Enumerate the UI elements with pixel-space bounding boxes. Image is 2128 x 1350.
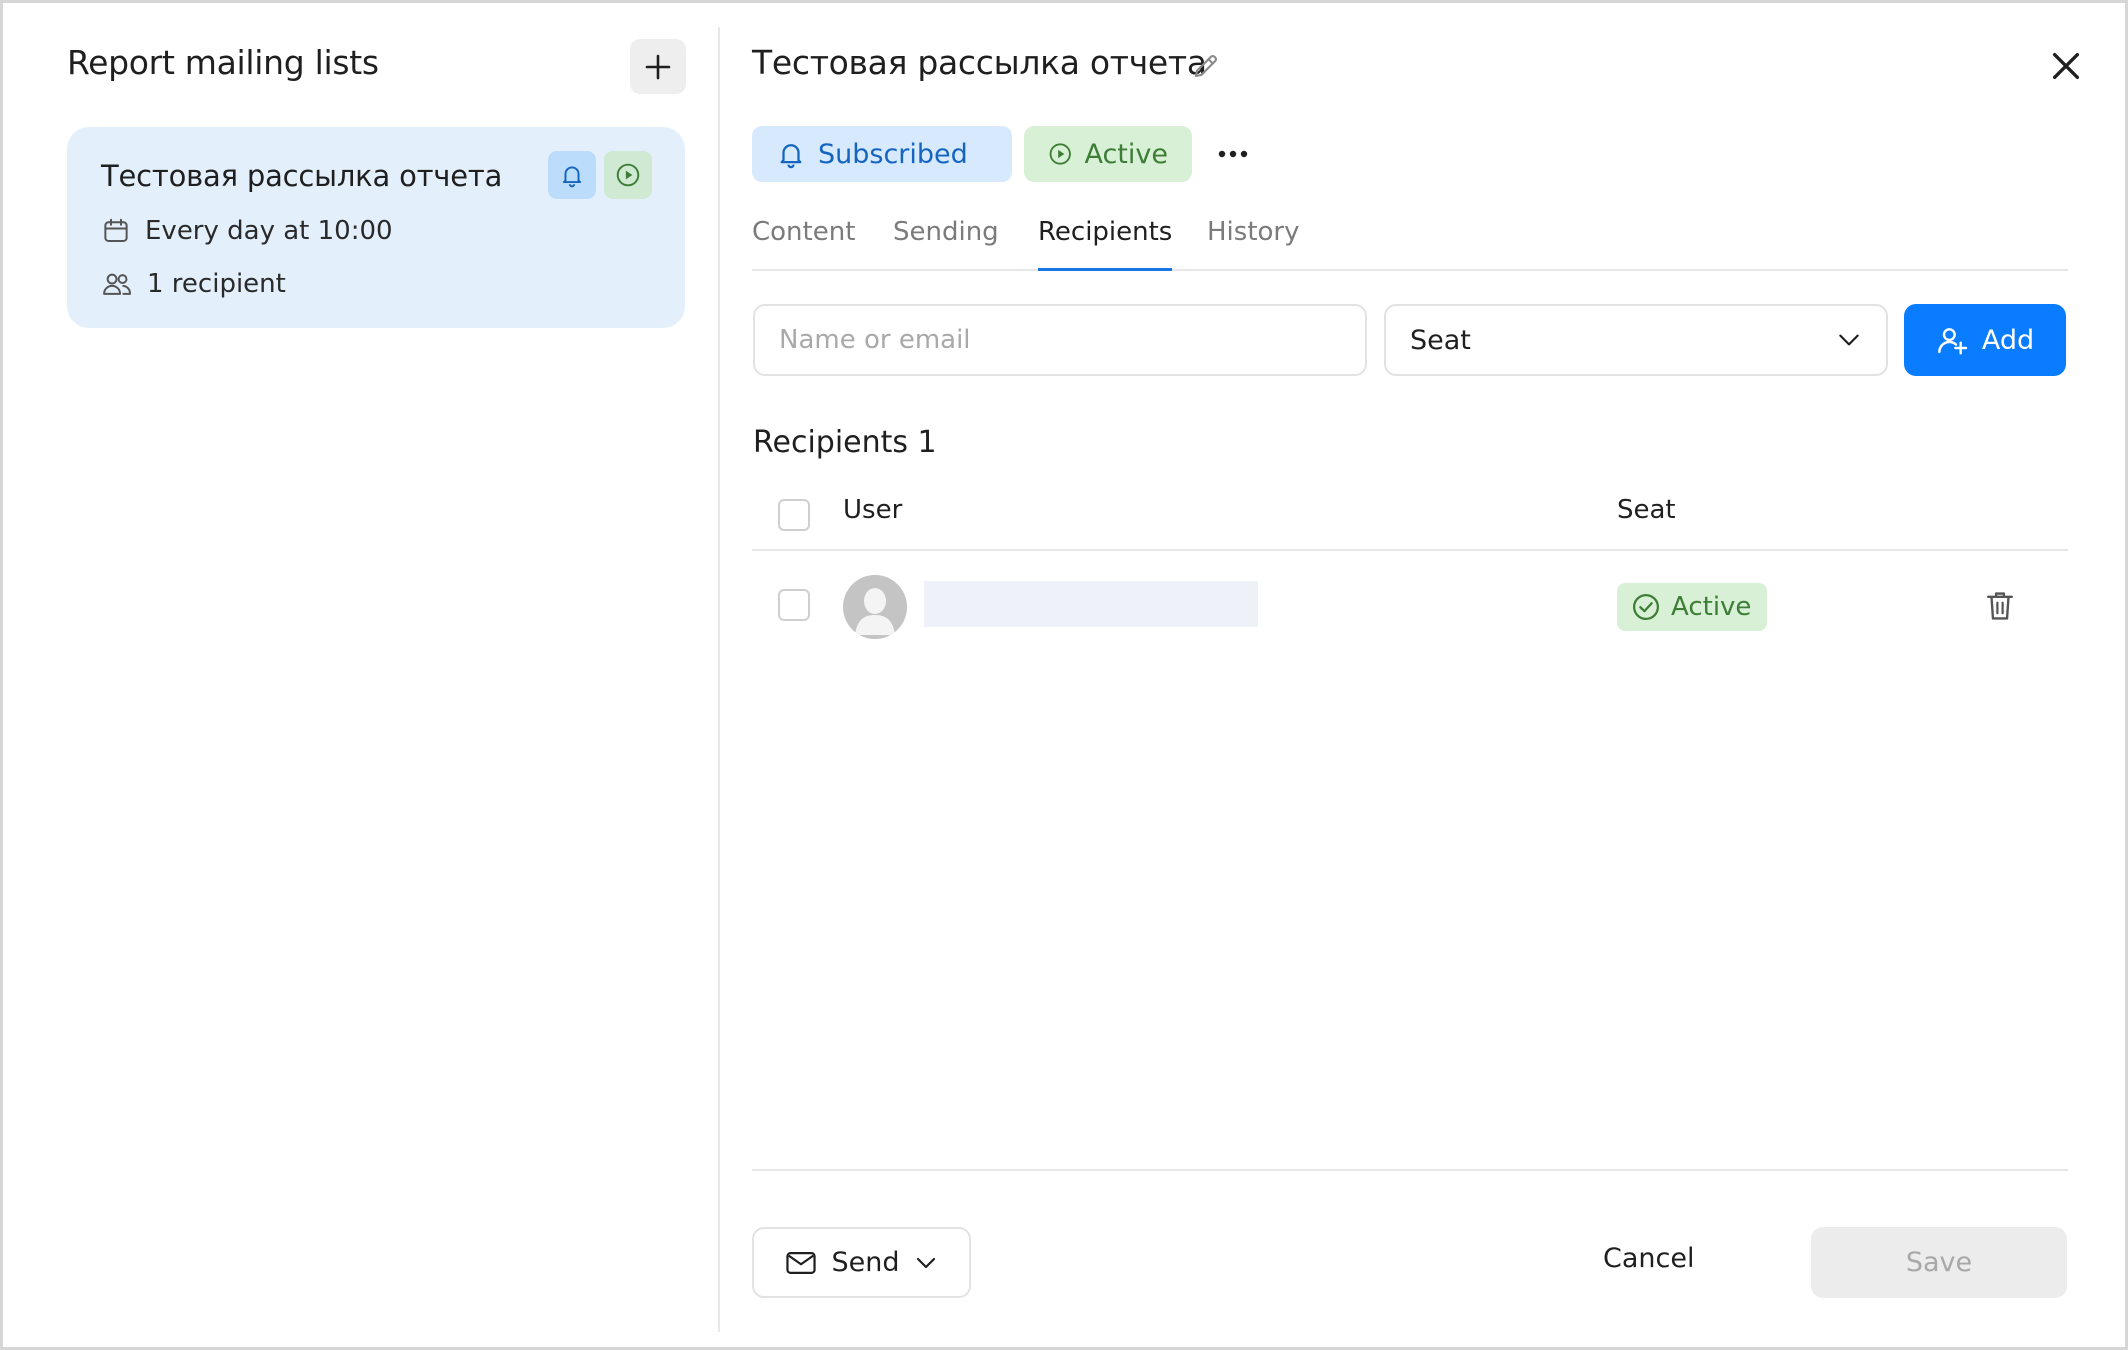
avatar (843, 575, 907, 639)
play-circle-icon (616, 163, 640, 187)
recipients-count-text: 1 recipient (147, 269, 286, 299)
save-button[interactable]: Save (1811, 1227, 2067, 1298)
active-badge (604, 151, 652, 199)
schedule-text: Every day at 10:00 (145, 216, 393, 246)
column-header-user: User (843, 495, 903, 525)
mailing-list-card-title: Тестовая рассылка отчета (101, 159, 503, 193)
left-panel-title: Report mailing lists (67, 43, 379, 82)
calendar-icon (104, 218, 128, 242)
panel-divider (718, 27, 720, 1332)
active-label: Active (1084, 138, 1168, 170)
status-badge: Active (1617, 583, 1767, 631)
seat-select-value: Seat (1410, 324, 1471, 356)
mailing-list-card[interactable]: Тестовая рассылка отчета Every day at 10… (67, 127, 685, 328)
table-header: User Seat (752, 485, 2068, 551)
chevron-down-icon (916, 1257, 935, 1268)
recipients-heading: Recipients 1 (753, 425, 937, 460)
pencil-icon[interactable] (1191, 51, 1221, 81)
chevron-down-icon (1839, 334, 1859, 346)
add-user-icon (1937, 328, 1968, 355)
active-button[interactable]: Active (1024, 126, 1192, 182)
envelope-icon (786, 1251, 817, 1274)
close-icon[interactable] (2049, 49, 2083, 83)
tab-content[interactable]: Content (752, 217, 855, 271)
schedule-row: Every day at 10:00 (101, 216, 393, 246)
row-checkbox[interactable] (778, 589, 810, 621)
users-icon (103, 273, 131, 295)
add-recipient-button[interactable]: Add (1904, 304, 2066, 376)
search-input[interactable] (753, 304, 1367, 376)
send-label: Send (831, 1247, 900, 1278)
more-options-icon[interactable] (1213, 139, 1253, 169)
dialog-window: Report mailing lists Тестовая рассылка о… (0, 0, 2128, 1350)
page-title: Тестовая рассылка отчета (752, 43, 1207, 82)
user-name (924, 581, 1258, 627)
check-circle-icon (1633, 594, 1659, 620)
add-recipient-label: Add (1981, 324, 2035, 356)
bell-icon (562, 166, 582, 188)
user-silhouette-icon (843, 575, 907, 639)
recipients-row: 1 recipient (101, 269, 286, 299)
tab-recipients[interactable]: Recipients (1038, 217, 1173, 271)
column-header-seat: Seat (1617, 495, 1676, 525)
tab-sending[interactable]: Sending (893, 217, 999, 271)
subscribed-badge (548, 151, 596, 199)
send-button[interactable]: Send (752, 1227, 971, 1298)
tab-history[interactable]: History (1207, 217, 1300, 271)
select-all-checkbox[interactable] (778, 499, 810, 531)
bell-icon (780, 144, 802, 169)
seat-select[interactable]: Seat (1384, 304, 1888, 376)
play-circle-icon (1049, 143, 1071, 165)
status-badge-label: Active (1671, 592, 1752, 622)
subscribed-label: Subscribed (818, 138, 968, 170)
footer-divider (752, 1169, 2068, 1171)
add-mailing-list-button[interactable] (630, 39, 686, 94)
subscribed-button[interactable]: Subscribed (752, 126, 1012, 182)
trash-icon[interactable] (1984, 589, 2016, 623)
cancel-button[interactable]: Cancel (1603, 1243, 1694, 1274)
plus-icon (645, 54, 671, 79)
table-row: Active (752, 563, 2068, 647)
tab-bar: Content Sending Recipients History (752, 217, 2068, 271)
